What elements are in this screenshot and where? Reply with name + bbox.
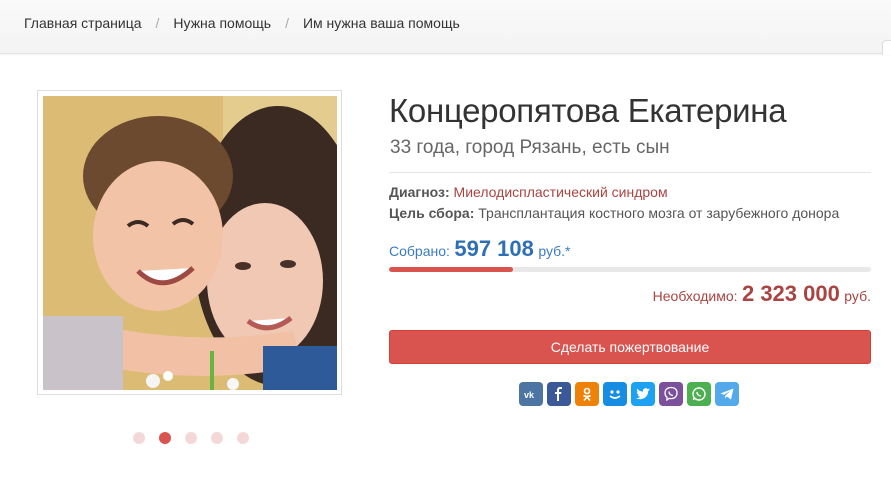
patient-subtitle: 33 года, город Рязань, есть сын [390,137,670,158]
gallery-dot[interactable] [211,432,223,444]
gallery-dot[interactable] [185,432,197,444]
breadcrumb-home[interactable]: Главная страница [24,15,142,31]
needed-amount: 2 323 000 [741,281,840,306]
whatsapp-icon[interactable] [687,382,711,406]
gallery-dot[interactable] [133,432,145,444]
needed-row: Необходимо: 2 323 000 руб. [653,281,871,307]
breadcrumb-current[interactable]: Им нужна ваша помощь [303,15,460,31]
collected-amount: 597 108 [454,236,534,261]
diagnosis-row: Диагноз: Миелодиспластический синдром [389,184,668,200]
donate-button[interactable]: Сделать пожертвование [389,330,871,364]
facebook-icon[interactable] [547,382,571,406]
top-bar: Главная страница / Нужна помощь / Им нуж… [0,0,891,55]
viber-icon[interactable] [659,382,683,406]
telegram-icon[interactable] [715,382,739,406]
photo-illustration [43,96,337,390]
diagnosis-label: Диагноз: [389,184,450,200]
photo-frame[interactable] [37,90,342,395]
odnoklassniki-icon[interactable] [575,382,599,406]
needed-currency: руб. [844,288,871,304]
side-tab-edge [882,40,891,55]
share-buttons: vk [519,382,739,406]
needed-label: Необходимо: [652,288,738,304]
divider [389,172,871,173]
moimir-icon[interactable] [603,382,627,406]
goal-row: Цель сбора: Трансплантация костного мозг… [389,205,839,221]
twitter-icon[interactable] [631,382,655,406]
gallery-dot[interactable] [237,432,249,444]
breadcrumb-need-help[interactable]: Нужна помощь [173,15,271,31]
progress-fill [389,267,513,272]
vk-icon[interactable]: vk [519,382,543,406]
goal-label: Цель сбора: [389,205,475,221]
gallery-dot-active[interactable] [159,432,171,444]
diagnosis-value: Миелодиспластический синдром [453,184,668,200]
svg-text:vk: vk [524,390,535,400]
breadcrumb: Главная страница / Нужна помощь / Им нуж… [24,15,460,31]
breadcrumb-separator: / [155,15,160,31]
progress-bar [389,267,871,272]
collected-label: Собрано: [389,243,450,259]
gallery-dots [133,432,249,444]
collected-row: Собрано: 597 108 руб.* [389,236,571,262]
goal-value: Трансплантация костного мозга от зарубеж… [478,205,840,221]
patient-name: Концеропятова Екатерина [389,92,787,129]
collected-currency: руб.* [538,243,571,259]
profile-photo[interactable] [43,96,337,390]
breadcrumb-separator: / [285,15,289,31]
